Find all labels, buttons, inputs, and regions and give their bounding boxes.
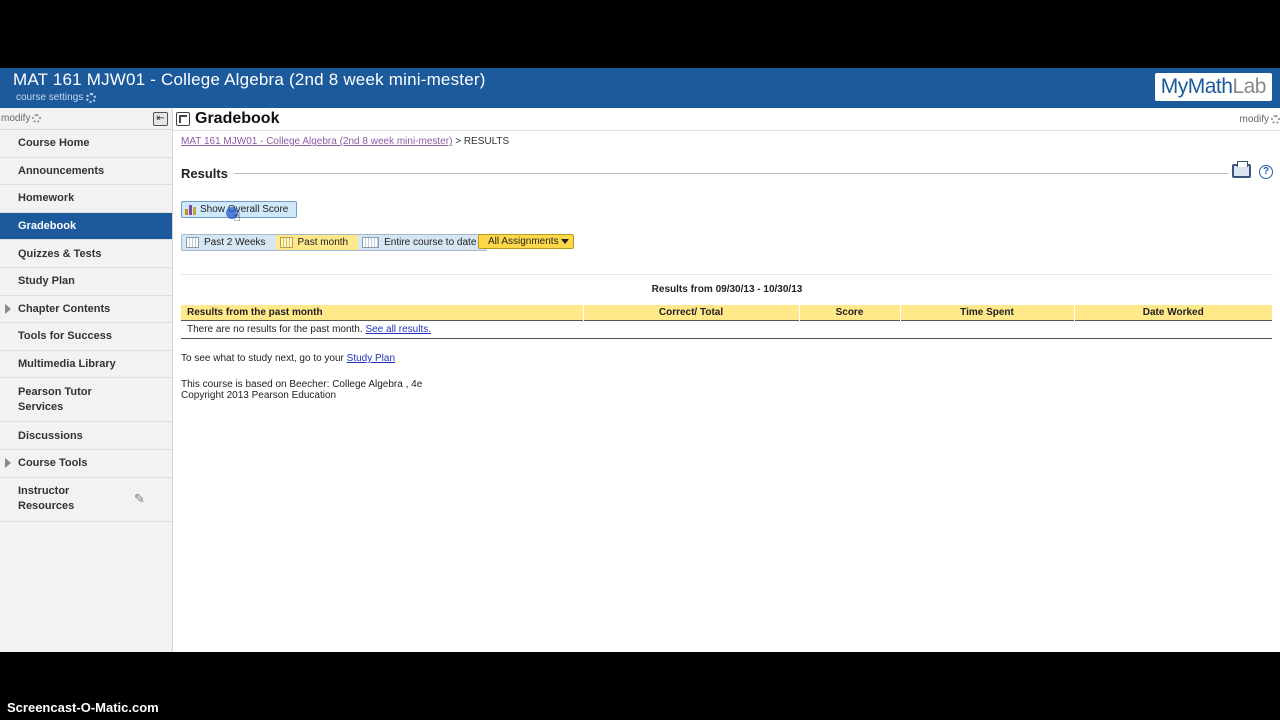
column-header: Correct/ Total — [582, 305, 799, 320]
table-row: There are no results for the past month.… — [181, 319, 1272, 339]
calendar-icon — [279, 237, 293, 248]
sidebar-item-study-plan[interactable]: Study Plan — [0, 268, 172, 296]
main-content: Gradebook modify MAT 161 MJW01 - College… — [173, 108, 1280, 652]
sidebar-item-instructor-resources[interactable]: Instructor Resources ✎ — [0, 478, 172, 522]
sidebar-item-tools-for-success[interactable]: Tools for Success — [0, 323, 172, 351]
divider — [181, 274, 1273, 275]
watermark: Screencast-O-Matic.com — [7, 700, 159, 715]
sidebar-item-label: Pearson Tutor Services — [18, 385, 92, 413]
course-title: MAT 161 MJW01 - College Algebra (2nd 8 w… — [13, 70, 486, 89]
column-header: Time Spent — [899, 305, 1074, 320]
textbook-info: This course is based on Beecher: College… — [181, 379, 423, 390]
gradebook-header: Gradebook modify — [173, 108, 1280, 131]
sidebar-item-label: Announcements — [18, 164, 105, 177]
heading-divider — [231, 173, 1228, 174]
sidebar-item-announcements[interactable]: Announcements — [0, 158, 172, 186]
copyright: Copyright 2013 Pearson Education — [181, 390, 337, 401]
sidebar-item-label: Study Plan — [18, 275, 75, 288]
sidebar-item-label: Course Tools — [18, 457, 88, 470]
timeframe-label: Past 2 Weeks — [204, 237, 266, 248]
assignments-dropdown[interactable]: All Assignments — [478, 234, 574, 249]
expand-view-icon[interactable] — [176, 112, 190, 126]
sidebar-item-label: Course Home — [18, 137, 90, 150]
expand-triangle-icon[interactable] — [5, 458, 11, 469]
show-overall-score-label: Show Overall Score — [200, 204, 289, 215]
collapse-panel-icon[interactable]: ⇤ — [153, 111, 168, 126]
bar-chart-icon — [185, 204, 196, 215]
course-settings-label: course settings — [16, 92, 84, 103]
calendar-icon — [362, 237, 380, 248]
print-icon[interactable] — [1232, 161, 1251, 178]
column-header: Score — [798, 305, 900, 320]
sidebar-item-multimedia-library[interactable]: Multimedia Library — [0, 351, 172, 379]
main-modify-link[interactable]: modify — [1240, 114, 1280, 125]
sidebar-item-label: Instructor Resources — [18, 485, 75, 513]
empty-results-cell: There are no results for the past month.… — [181, 319, 1272, 339]
breadcrumb-separator: > — [455, 136, 462, 147]
sidebar-modify-link[interactable]: modify — [1, 113, 42, 124]
page-title: Gradebook — [195, 110, 280, 127]
sidebar-item-discussions[interactable]: Discussions — [0, 422, 172, 450]
study-next-label: To see what to study next, go to your — [181, 353, 344, 364]
sidebar-item-gradebook[interactable]: Gradebook — [0, 212, 172, 241]
course-settings-link[interactable]: course settings — [16, 92, 97, 103]
sidebar-item-course-tools[interactable]: Course Tools — [0, 450, 172, 478]
app-frame: MAT 161 MJW01 - College Algebra (2nd 8 w… — [0, 68, 1280, 652]
results-table: Results from the past month Correct/ Tot… — [181, 305, 1272, 339]
sidebar: modify ⇤ Course Home Announcements Homew… — [0, 108, 173, 652]
column-header: Results from the past month — [181, 305, 583, 320]
breadcrumb-current: RESULTS — [463, 136, 510, 147]
modify-label: modify — [1239, 114, 1269, 125]
sidebar-item-label: Homework — [18, 192, 75, 205]
sidebar-toolbar: modify ⇤ — [0, 108, 172, 130]
timeframe-past-2-weeks[interactable]: Past 2 Weeks — [182, 235, 276, 250]
timeframe-entire-course[interactable]: Entire course to date — [358, 235, 486, 250]
sidebar-item-quizzes-tests[interactable]: Quizzes & Tests — [0, 240, 172, 268]
dropdown-arrow-icon — [561, 239, 569, 244]
sidebar-item-homework[interactable]: Homework — [0, 185, 172, 213]
hand-pointer-icon: ☝ — [233, 209, 241, 224]
study-next-text: To see what to study next, go to your St… — [181, 353, 395, 364]
results-date-range: Results from 09/30/13 - 10/30/13 — [651, 284, 803, 295]
calendar-icon — [186, 237, 199, 248]
expand-triangle-icon[interactable] — [5, 303, 11, 314]
gear-icon — [86, 92, 97, 103]
logo-accent-text: Lab — [1232, 75, 1266, 98]
logo-main-text: MyMath — [1160, 75, 1233, 98]
results-heading-row: Results ? — [181, 161, 1273, 182]
see-all-results-link[interactable]: See all results. — [365, 324, 431, 335]
sidebar-item-label: Tools for Success — [18, 330, 112, 343]
sidebar-item-course-home[interactable]: Course Home — [0, 130, 172, 158]
top-banner: MAT 161 MJW01 - College Algebra (2nd 8 w… — [0, 68, 1280, 108]
course-info: This course is based on Beecher: College… — [181, 379, 422, 401]
column-header: Date Worked — [1073, 305, 1272, 320]
study-plan-link[interactable]: Study Plan — [347, 353, 395, 364]
results-heading: Results — [181, 166, 234, 181]
sidebar-item-label: Quizzes & Tests — [18, 247, 102, 260]
gear-icon — [32, 114, 42, 123]
sidebar-item-label: Gradebook — [18, 220, 77, 233]
assignments-dropdown-value: All Assignments — [488, 236, 559, 247]
help-icon[interactable]: ? — [1259, 165, 1273, 179]
sidebar-item-label: Chapter Contents — [18, 302, 111, 315]
timeframe-selector: Past 2 Weeks Past month Entire course to… — [181, 234, 488, 251]
edit-disabled-icon: ✎ — [134, 490, 145, 506]
table-header-row: Results from the past month Correct/ Tot… — [181, 305, 1272, 320]
sidebar-item-chapter-contents[interactable]: Chapter Contents — [0, 296, 172, 324]
timeframe-past-month[interactable]: Past month — [275, 235, 359, 250]
timeframe-label: Past month — [297, 237, 349, 248]
timeframe-label: Entire course to date — [384, 237, 477, 248]
gear-icon — [1271, 115, 1280, 124]
breadcrumb-course-link[interactable]: MAT 161 MJW01 - College Algebra (2nd 8 w… — [181, 136, 452, 147]
sidebar-item-pearson-tutor-services[interactable]: Pearson Tutor Services — [0, 378, 172, 423]
sidebar-item-label: Multimedia Library — [18, 358, 116, 371]
mymathlab-logo: MyMathLab — [1154, 73, 1272, 101]
modify-label: modify — [1, 113, 31, 124]
breadcrumb: MAT 161 MJW01 - College Algebra (2nd 8 w… — [181, 136, 509, 147]
show-overall-score-button[interactable]: Show Overall Score ☝ — [181, 201, 297, 223]
empty-results-text: There are no results for the past month. — [187, 323, 363, 335]
sidebar-item-label: Discussions — [18, 429, 83, 442]
